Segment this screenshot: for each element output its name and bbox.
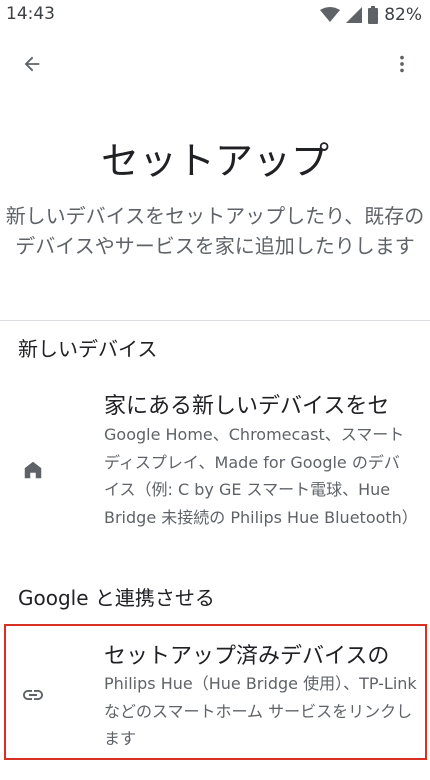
setup-new-device-description: Google Home、Chromecast、スマートディスプレイ、Made f… [104,425,418,527]
status-time: 14:43 [6,4,55,24]
arrow-back-icon [24,56,40,72]
more-options-button[interactable] [382,44,422,84]
setup-new-device-title: 家にある新しいデバイスをセ [104,394,390,419]
link-existing-device-description: Philips Hue（Hue Bridge 使用）、TP-Link などのスマ… [104,674,417,748]
link-existing-device-title: セットアップ済みデバイスの [104,644,390,669]
section-header-new-devices: 新しいデバイス [18,337,158,361]
page-title: セットアップ [100,139,329,183]
setup-new-device-item[interactable]: 家にある新しいデバイスをセ Google Home、Chromecast、スマー… [0,385,430,555]
wifi-icon [320,7,341,22]
page-subtitle: 新しいデバイスをセットアップしたり、既存のデバイスやサービスを家に追加したりしま… [5,204,425,258]
section-header-works-with-google: Google と連携させる [18,586,215,610]
divider [0,320,430,321]
more-vert-icon [400,55,404,73]
status-icons: 82% [320,4,422,26]
back-button[interactable] [12,44,52,84]
signal-icon [346,7,363,23]
app-bar [0,38,430,86]
battery-percent: 82% [384,5,422,25]
home-icon [20,457,46,483]
status-bar: 14:43 82% [0,0,430,30]
link-icon [20,682,46,708]
battery-icon [368,6,379,24]
link-existing-device-item[interactable]: セットアップ済みデバイスの Philips Hue（Hue Bridge 使用）… [4,624,427,760]
